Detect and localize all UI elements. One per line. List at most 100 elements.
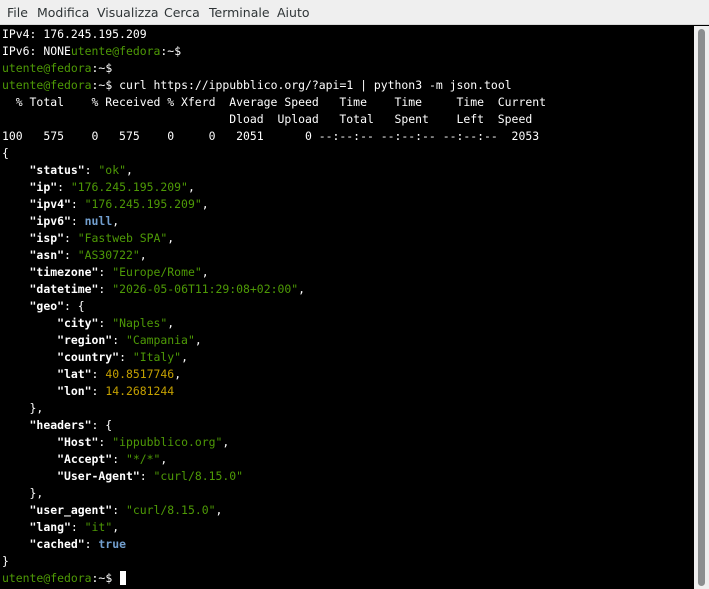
command-line: utente@fedora:~$ curl https://ippubblico… bbox=[2, 77, 512, 94]
output-line: IPv6: NONEutente@fedora:~$ bbox=[2, 43, 181, 60]
json-key: "isp" bbox=[29, 231, 64, 245]
output-line: IPv4: 176.245.195.209 bbox=[2, 26, 147, 43]
scrollbar-thumb[interactable] bbox=[698, 29, 705, 586]
json-line: }, bbox=[2, 401, 44, 415]
json-line: }, bbox=[2, 486, 44, 500]
json-line: "lat": 40.8517746, bbox=[57, 367, 182, 381]
json-key: "asn" bbox=[29, 248, 64, 262]
ipv6-output: IPv6: NONE bbox=[2, 44, 71, 58]
prompt-path: :~ bbox=[160, 44, 175, 58]
json-value: 14.2681244 bbox=[105, 384, 175, 398]
prompt-symbol: $ bbox=[174, 44, 182, 58]
json-value: "Naples" bbox=[112, 316, 168, 330]
json-value: true bbox=[98, 537, 126, 551]
menu-bar: File Modifica Visualizza Cerca Terminale… bbox=[0, 0, 709, 25]
json-line: "user_agent": "curl/8.15.0", bbox=[29, 503, 223, 517]
json-line: "country": "Italy", bbox=[57, 350, 188, 364]
menu-terminale[interactable]: Terminale bbox=[209, 5, 270, 20]
json-line: "headers": { bbox=[29, 418, 113, 432]
json-key: "User-Agent" bbox=[57, 469, 140, 483]
json-line: "ipv6": null, bbox=[29, 214, 120, 228]
prompt-symbol: $ bbox=[105, 78, 113, 92]
menu-file[interactable]: File bbox=[7, 5, 28, 20]
json-brace: } bbox=[2, 554, 9, 568]
json-value: "AS30722" bbox=[77, 248, 140, 262]
json-value: "ok" bbox=[98, 163, 126, 177]
prompt-path: :~ bbox=[91, 61, 106, 75]
json-key: "ip" bbox=[29, 180, 58, 194]
json-value: "*/*" bbox=[125, 452, 161, 466]
curl-progress: 100 575 0 575 0 0 2051 0 --:--:-- --:--:… bbox=[2, 129, 540, 143]
json-key: "lon" bbox=[57, 384, 92, 398]
json-key: "city" bbox=[57, 316, 99, 330]
json-key: "ipv6" bbox=[29, 214, 71, 228]
json-line: "city": "Naples", bbox=[57, 316, 175, 330]
curl-header: Dload Upload Total Spent Left Speed bbox=[2, 112, 533, 126]
json-line: "ipv4": "176.245.195.209", bbox=[29, 197, 209, 211]
json-value: "it" bbox=[84, 520, 113, 534]
curl-header-line: Dload Upload Total Spent Left Speed bbox=[2, 111, 532, 128]
json-value: "Campania" bbox=[125, 333, 195, 347]
prompt-user: utente@fedora bbox=[2, 571, 92, 585]
json-value: null bbox=[84, 214, 113, 228]
terminal-output[interactable]: IPv4: 176.245.195.209 IPv6: NONEutente@f… bbox=[0, 26, 694, 589]
json-key: "cached" bbox=[29, 537, 85, 551]
json-line: "asn": "AS30722", bbox=[29, 248, 147, 262]
json-line: "lang": "it", bbox=[29, 520, 120, 534]
json-key: "country" bbox=[57, 350, 120, 364]
json-value: "2026-05-06T11:29:08+02:00" bbox=[112, 282, 299, 296]
text-cursor bbox=[120, 571, 127, 585]
json-line: "timezone": "Europe/Rome", bbox=[29, 265, 209, 279]
prompt-user: utente@fedora bbox=[70, 44, 161, 58]
json-value: 40.8517746 bbox=[105, 367, 175, 381]
json-key: "headers" bbox=[29, 418, 92, 432]
json-line: "datetime": "2026-05-06T11:29:08+02:00", bbox=[29, 282, 306, 296]
menu-modifica[interactable]: Modifica bbox=[37, 5, 89, 20]
json-value: "176.245.195.209" bbox=[84, 197, 202, 211]
json-line: "status": "ok", bbox=[29, 163, 133, 177]
json-line: } bbox=[2, 553, 9, 570]
json-value: "176.245.195.209" bbox=[70, 180, 188, 194]
json-key: "datetime" bbox=[29, 282, 99, 296]
json-key: "user_agent" bbox=[29, 503, 113, 517]
menu-visualizza[interactable]: Visualizza bbox=[97, 5, 159, 20]
terminal-window: File Modifica Visualizza Cerca Terminale… bbox=[0, 0, 709, 589]
json-value: "curl/8.15.0" bbox=[125, 503, 216, 517]
json-line: "User-Agent": "curl/8.15.0" bbox=[57, 469, 244, 483]
ipv4-output: IPv4: 176.245.195.209 bbox=[2, 27, 147, 41]
json-key: "Accept" bbox=[57, 452, 113, 466]
json-line: "geo": { bbox=[29, 299, 85, 313]
command-text: curl https://ippubblico.org/?api=1 | pyt… bbox=[119, 78, 512, 92]
vertical-scrollbar[interactable] bbox=[694, 26, 709, 589]
menu-aiuto[interactable]: Aiuto bbox=[277, 5, 310, 20]
prompt-user: utente@fedora bbox=[2, 61, 92, 75]
active-prompt-line: utente@fedora:~$ bbox=[2, 570, 127, 587]
curl-header: % Total % Received % Xferd Average Speed… bbox=[2, 95, 546, 109]
json-value: "ippubblico.org" bbox=[112, 435, 223, 449]
curl-progress-line: 100 575 0 575 0 0 2051 0 --:--:-- --:--:… bbox=[2, 128, 539, 145]
json-line: "lon": 14.2681244 bbox=[57, 384, 175, 398]
prompt-symbol: $ bbox=[105, 61, 113, 75]
json-line: "ip": "176.245.195.209", bbox=[29, 180, 195, 194]
json-key: "status" bbox=[29, 163, 85, 177]
json-line: "Accept": "*/*", bbox=[57, 452, 168, 466]
json-line: "cached": true bbox=[29, 537, 126, 551]
prompt-symbol: $ bbox=[105, 571, 113, 585]
curl-header-line: % Total % Received % Xferd Average Speed… bbox=[2, 94, 546, 111]
json-key: "geo" bbox=[29, 299, 64, 313]
json-key: "Host" bbox=[57, 435, 99, 449]
json-value: "Italy" bbox=[132, 350, 182, 364]
json-value: "Fastweb SPA" bbox=[77, 231, 168, 245]
json-value: "Europe/Rome" bbox=[112, 265, 202, 279]
menu-cerca[interactable]: Cerca bbox=[164, 5, 200, 20]
json-key: "timezone" bbox=[29, 265, 99, 279]
prompt-user: utente@fedora bbox=[2, 78, 92, 92]
json-line: "isp": "Fastweb SPA", bbox=[29, 231, 175, 245]
json-key: "region" bbox=[57, 333, 113, 347]
prompt-path: :~ bbox=[91, 571, 106, 585]
json-key: "lat" bbox=[57, 367, 92, 381]
json-value: "curl/8.15.0" bbox=[153, 469, 244, 483]
json-line: { bbox=[2, 145, 9, 162]
prompt-path: :~ bbox=[91, 78, 106, 92]
json-key: "lang" bbox=[29, 520, 71, 534]
